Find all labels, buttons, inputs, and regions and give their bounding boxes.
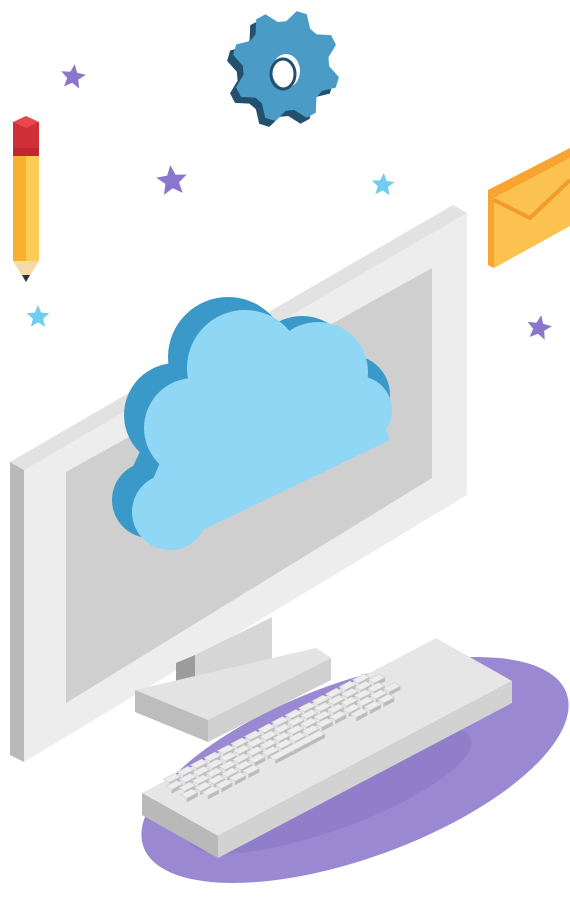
gear-icon [227,11,339,127]
star-icon [527,315,552,340]
illustration-canvas [10,11,570,883]
star-icon [156,165,187,195]
star-icon [61,64,86,89]
pencil-icon [13,116,39,282]
pencil-body [13,156,26,261]
star-icon [26,305,50,327]
star-icon [371,173,395,196]
cloud-computing-illustration [0,0,570,897]
envelope-icon [488,148,570,268]
monitor-side [10,462,24,762]
